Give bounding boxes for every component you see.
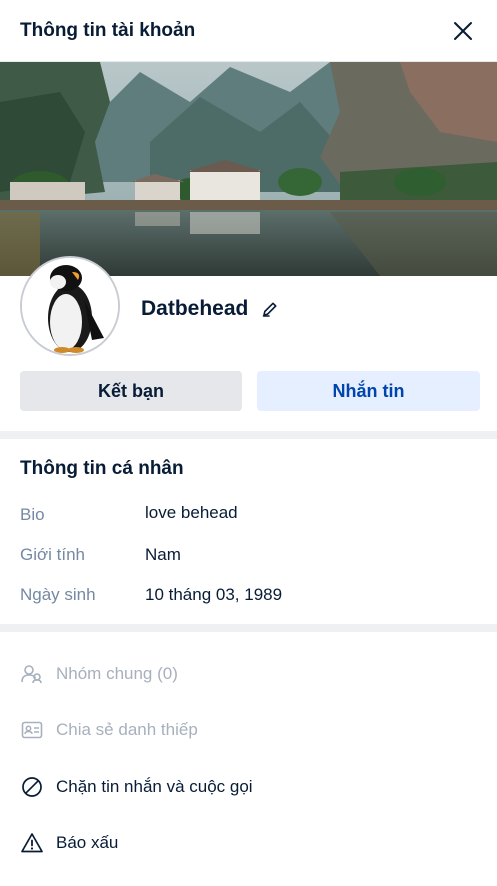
- report-label: Báo xấu: [56, 833, 119, 852]
- cover-photo: [0, 62, 497, 276]
- report-item[interactable]: Báo xấu: [20, 831, 118, 855]
- add-friend-button[interactable]: Kết bạn: [20, 371, 242, 411]
- display-name: Datbehead: [141, 297, 249, 320]
- block-icon: [22, 777, 42, 797]
- share-contact-label: Chia sẻ danh thiếp: [56, 720, 198, 739]
- personal-info-title: Thông tin cá nhân: [20, 458, 184, 479]
- warning-icon: [21, 833, 43, 853]
- contact-card-icon: [21, 721, 43, 739]
- birthday-value: 10 tháng 03, 1989: [145, 585, 283, 604]
- users-icon: [21, 665, 42, 684]
- gender-label: Giới tính: [20, 545, 86, 564]
- mutual-groups-item[interactable]: Nhóm chung (0): [20, 662, 178, 686]
- dialog-title: Thông tin tài khoản: [20, 19, 196, 41]
- pencil-icon: [263, 302, 277, 317]
- share-contact-item[interactable]: Chia sẻ danh thiếp: [20, 718, 198, 742]
- mutual-groups-label: Nhóm chung (0): [56, 664, 178, 683]
- close-icon: [454, 21, 472, 40]
- block-label: Chặn tin nhắn và cuộc gọi: [56, 777, 253, 796]
- avatar[interactable]: [20, 256, 120, 356]
- block-item[interactable]: Chặn tin nhắn và cuộc gọi: [20, 775, 253, 799]
- bio-label: Bio: [20, 505, 45, 524]
- bio-value: love behead: [145, 503, 238, 522]
- close-button[interactable]: [449, 17, 477, 45]
- gender-value: Nam: [145, 545, 181, 564]
- birthday-label: Ngày sinh: [20, 585, 96, 604]
- section-divider: [0, 624, 497, 632]
- dialog-header: Thông tin tài khoản: [0, 0, 497, 62]
- edit-name-button[interactable]: [260, 299, 280, 319]
- display-name-row: Datbehead: [141, 297, 280, 321]
- message-button[interactable]: Nhắn tin: [257, 371, 480, 411]
- section-divider: [0, 431, 497, 439]
